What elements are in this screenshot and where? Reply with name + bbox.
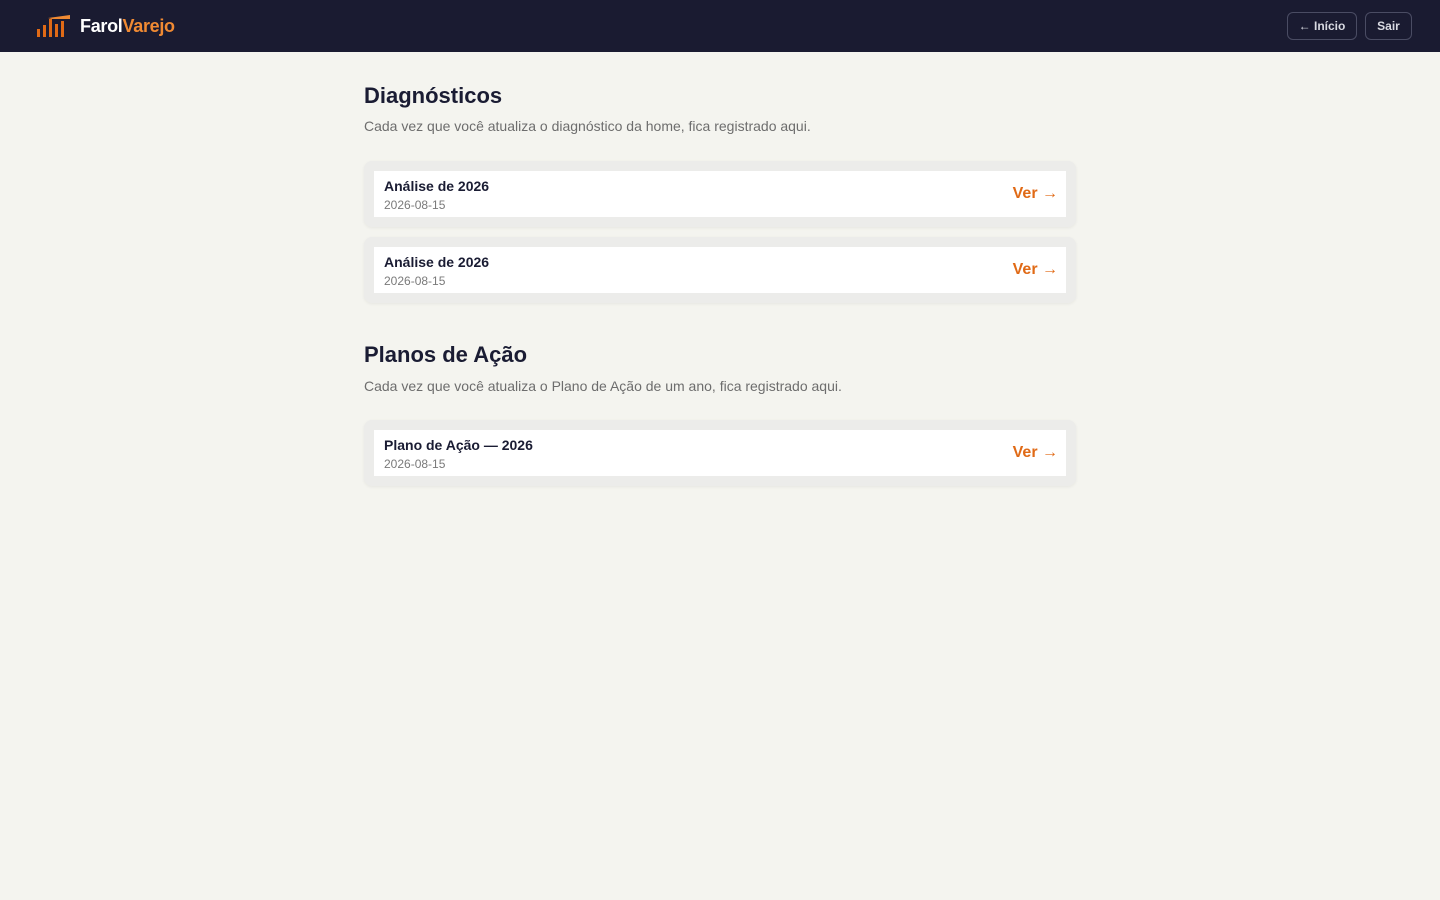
diagnostic-card-title: Análise de 2026 [384,178,490,194]
top-navigation-bar: FarolVarejo ← Início Sair [0,0,1440,52]
brand-logo[interactable]: FarolVarejo [36,14,175,38]
brand-name: FarolVarejo [80,16,175,37]
lighthouse-bars-icon [37,15,70,37]
brand-name-part1: Farol [80,15,123,36]
brand-name-part2: Varejo [122,15,176,36]
action-plans-description: Cada vez que você atualiza o Plano de Aç… [364,378,842,394]
diagnostic-card: Análise de 2026 2026-08-15 Ver → [364,161,1076,227]
view-diagnostic-link[interactable]: Ver → [1013,185,1058,203]
action-plan-card: Plano de Ação — 2026 2026-08-15 Ver → [364,420,1076,486]
action-plan-card-title: Plano de Ação — 2026 [384,437,533,453]
logout-button[interactable]: Sair [1365,12,1412,40]
diagnostic-card: Análise de 2026 2026-08-15 Ver → [364,237,1076,303]
diagnostic-card-date: 2026-08-15 [384,198,446,212]
diagnostic-card-title: Análise de 2026 [384,254,490,270]
view-action-plan-link[interactable]: Ver → [1013,444,1058,462]
action-plans-title: Planos de Ação [364,342,528,367]
diagnostic-card-body: Análise de 2026 2026-08-15 Ver → [374,247,1066,293]
diagnostics-description: Cada vez que você atualiza o diagnóstico… [364,118,811,134]
diagnostic-card-body: Análise de 2026 2026-08-15 Ver → [374,171,1066,217]
view-diagnostic-link[interactable]: Ver → [1013,261,1058,279]
action-plan-card-date: 2026-08-15 [384,457,446,471]
diagnostic-card-date: 2026-08-15 [384,274,446,288]
home-button[interactable]: ← Início [1287,12,1357,40]
diagnostics-title: Diagnósticos [364,83,503,108]
action-plan-card-body: Plano de Ação — 2026 2026-08-15 Ver → [374,430,1066,476]
